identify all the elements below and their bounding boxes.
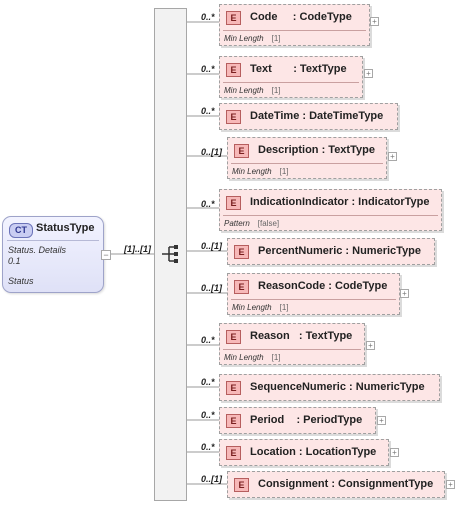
element-name: Code : CodeType	[250, 11, 352, 23]
element-multiplicity: 0..*	[201, 12, 215, 22]
element-badge: E	[226, 110, 241, 124]
element-facet: Min Length [1]	[224, 353, 281, 362]
element-badge: E	[234, 144, 249, 158]
element-badge: E	[226, 11, 241, 25]
element-name: Text : TextType	[250, 63, 347, 75]
element-badge: E	[234, 280, 249, 294]
element-sequencenumeric[interactable]: E SequenceNumeric : NumericType	[219, 374, 440, 401]
complex-type-doc-line1: Status. Details	[8, 245, 67, 255]
element-period[interactable]: E Period : PeriodType	[219, 407, 376, 434]
element-badge: E	[234, 478, 249, 492]
complex-type-name: StatusType	[36, 222, 95, 234]
complex-type-divider	[7, 240, 99, 241]
element-text[interactable]: E Text : TextType Min Length [1]	[219, 56, 363, 98]
element-divider	[231, 299, 396, 300]
element-facet: Min Length [1]	[232, 167, 289, 176]
complex-type-badge: CT	[9, 223, 33, 238]
expand-toggle[interactable]: +	[364, 69, 373, 78]
element-badge: E	[226, 63, 241, 77]
element-name: Description : TextType	[258, 144, 375, 156]
element-name: PercentNumeric : NumericType	[258, 245, 422, 257]
element-badge: E	[226, 330, 241, 344]
element-indicationindicator[interactable]: E IndicationIndicator : IndicatorType Pa…	[219, 189, 442, 231]
element-divider	[223, 82, 359, 83]
element-multiplicity: 0..[1]	[201, 147, 223, 157]
element-divider	[231, 163, 383, 164]
complex-type-doc-line3: Status	[8, 276, 34, 286]
element-facet: Min Length [1]	[232, 303, 289, 312]
element-facet: Min Length [1]	[224, 86, 281, 95]
element-badge: E	[226, 414, 241, 428]
element-name: ReasonCode : CodeType	[258, 280, 388, 292]
element-multiplicity: 0..*	[201, 377, 215, 387]
element-multiplicity: 0..*	[201, 442, 215, 452]
element-facet: Pattern [false]	[224, 219, 280, 228]
element-badge: E	[226, 196, 241, 210]
element-name: SequenceNumeric : NumericType	[250, 381, 425, 393]
expand-toggle[interactable]: +	[370, 17, 379, 26]
sequence-compositor-icon[interactable]	[160, 244, 180, 264]
element-badge: E	[234, 245, 249, 259]
element-name: Location : LocationType	[250, 446, 377, 458]
element-name: Reason : TextType	[250, 330, 353, 342]
element-name: Period : PeriodType	[250, 414, 363, 426]
element-divider	[223, 215, 438, 216]
element-name: DateTime : DateTimeType	[250, 110, 384, 122]
element-reason[interactable]: E Reason : TextType Min Length [1]	[219, 323, 365, 365]
element-badge: E	[226, 381, 241, 395]
expand-toggle[interactable]: +	[366, 341, 375, 350]
element-multiplicity: 0..*	[201, 64, 215, 74]
element-description[interactable]: E Description : TextType Min Length [1]	[227, 137, 387, 179]
element-divider	[223, 30, 366, 31]
element-name: Consignment : ConsignmentType	[258, 478, 434, 490]
element-multiplicity: 0..*	[201, 410, 215, 420]
complex-type-box[interactable]: CT StatusType Status. Details 0.1 Status	[2, 216, 104, 293]
expand-toggle[interactable]: +	[390, 448, 399, 457]
element-consignment[interactable]: E Consignment : ConsignmentType	[227, 471, 445, 498]
element-multiplicity: 0..*	[201, 199, 215, 209]
element-reasoncode[interactable]: E ReasonCode : CodeType Min Length [1]	[227, 273, 400, 315]
element-percentnumeric[interactable]: E PercentNumeric : NumericType	[227, 238, 435, 265]
element-code[interactable]: E Code : CodeType Min Length [1]	[219, 4, 370, 46]
expand-toggle[interactable]: +	[446, 480, 455, 489]
element-facet: Min Length [1]	[224, 34, 281, 43]
expand-toggle[interactable]: +	[388, 152, 397, 161]
complex-type-doc-line2: 0.1	[8, 256, 21, 266]
element-multiplicity: 0..*	[201, 335, 215, 345]
element-multiplicity: 0..*	[201, 106, 215, 116]
sequence-multiplicity: [1]..[1]	[124, 244, 151, 254]
element-multiplicity: 0..[1]	[201, 474, 223, 484]
element-badge: E	[226, 446, 241, 460]
element-location[interactable]: E Location : LocationType	[219, 439, 389, 466]
element-divider	[223, 349, 361, 350]
expand-toggle[interactable]: +	[377, 416, 386, 425]
element-multiplicity: 0..[1]	[201, 241, 223, 251]
element-name: IndicationIndicator : IndicatorType	[250, 196, 430, 208]
element-datetime[interactable]: E DateTime : DateTimeType	[219, 103, 398, 130]
element-multiplicity: 0..[1]	[201, 283, 223, 293]
expand-toggle[interactable]: +	[400, 289, 409, 298]
collapse-toggle[interactable]: −	[101, 250, 111, 260]
